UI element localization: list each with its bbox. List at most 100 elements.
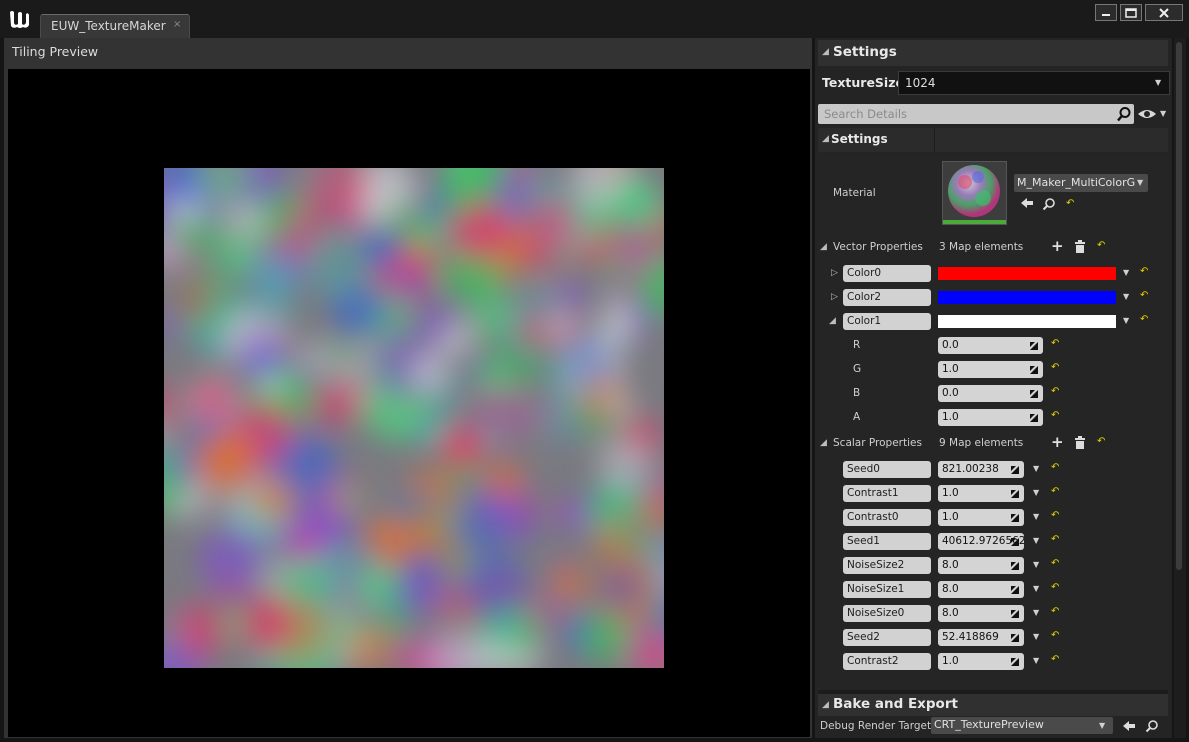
- drag-resize-icon[interactable]: [1029, 341, 1039, 351]
- chevron-down-icon[interactable]: ▼: [1033, 608, 1039, 617]
- drag-resize-icon[interactable]: [1010, 657, 1020, 667]
- material-asset-name: M_Maker_MultiColorGra: [1017, 176, 1135, 189]
- drag-resize-icon[interactable]: [1010, 513, 1020, 523]
- reset-to-default-icon[interactable]: ↶: [1051, 486, 1059, 497]
- tiling-preview-panel: Tiling Preview: [4, 38, 812, 738]
- channel-value-input[interactable]: 1.0: [938, 409, 1043, 426]
- chevron-down-icon[interactable]: ▼: [1033, 632, 1039, 641]
- chevron-down-icon[interactable]: ▼: [1033, 584, 1039, 593]
- reset-to-default-icon[interactable]: ↶: [1066, 198, 1074, 209]
- add-element-icon[interactable]: +: [1051, 237, 1064, 255]
- reset-to-default-icon[interactable]: ↶: [1051, 534, 1059, 545]
- reset-to-default-icon[interactable]: ↶: [1097, 436, 1105, 447]
- scalar-element-key[interactable]: NoiseSize1: [843, 581, 931, 598]
- texture-size-dropdown[interactable]: 1024 ▼: [898, 71, 1170, 95]
- reset-to-default-icon[interactable]: ↶: [1051, 338, 1059, 349]
- chevron-down-icon[interactable]: ▼: [1033, 488, 1039, 497]
- drag-resize-icon[interactable]: [1029, 413, 1039, 423]
- preview-viewport[interactable]: [8, 69, 810, 737]
- chevron-down-icon[interactable]: ▼: [1033, 464, 1039, 473]
- minimize-button[interactable]: [1095, 4, 1117, 21]
- add-element-icon[interactable]: +: [1051, 433, 1064, 451]
- texture-size-value: 1024: [905, 76, 936, 90]
- reset-to-default-icon[interactable]: ↶: [1097, 240, 1105, 251]
- chevron-down-icon[interactable]: ▼: [1033, 512, 1039, 521]
- search-details-input[interactable]: Search Details: [818, 104, 1134, 124]
- reset-to-default-icon[interactable]: ↶: [1140, 314, 1148, 325]
- vector-element-key[interactable]: Color2: [843, 289, 931, 306]
- reset-to-default-icon[interactable]: ↶: [1051, 582, 1059, 593]
- scalar-element-key[interactable]: Seed0: [843, 461, 931, 478]
- settings-section-header[interactable]: ◢ Settings: [818, 40, 1168, 66]
- trash-icon[interactable]: [1074, 240, 1086, 253]
- chevron-down-icon[interactable]: ▼: [1033, 656, 1039, 665]
- scalar-element-key[interactable]: NoiseSize2: [843, 557, 931, 574]
- chevron-down-icon[interactable]: ▼: [1123, 316, 1129, 325]
- tab-euw-texturemaker[interactable]: EUW_TextureMaker ×: [40, 14, 190, 38]
- reset-to-default-icon[interactable]: ↶: [1051, 606, 1059, 617]
- reset-to-default-icon[interactable]: ↶: [1051, 362, 1059, 373]
- column-divider: [934, 128, 935, 152]
- color-swatch[interactable]: [938, 291, 1116, 304]
- drag-resize-icon[interactable]: [1010, 537, 1020, 547]
- reset-to-default-icon[interactable]: ↶: [1051, 654, 1059, 665]
- expanded-triangle-icon[interactable]: ◢: [829, 316, 836, 326]
- settings-subsection-header[interactable]: ◢ Settings: [818, 128, 1168, 152]
- expand-triangle-icon[interactable]: ▷: [831, 292, 838, 302]
- channel-value-input[interactable]: 0.0: [938, 337, 1043, 354]
- drag-resize-icon[interactable]: [1010, 633, 1020, 643]
- reset-to-default-icon[interactable]: ↶: [1140, 290, 1148, 301]
- collapse-triangle-icon[interactable]: ◢: [820, 438, 827, 448]
- reset-to-default-icon[interactable]: ↶: [1051, 462, 1059, 473]
- reset-to-default-icon[interactable]: ↶: [1051, 386, 1059, 397]
- color-swatch[interactable]: [938, 315, 1116, 328]
- browse-search-icon[interactable]: [1042, 197, 1056, 211]
- visibility-filter-button[interactable]: ▼: [1136, 105, 1170, 123]
- collapse-triangle-icon[interactable]: ◢: [820, 242, 827, 252]
- vector-element-key[interactable]: Color0: [843, 265, 931, 282]
- drag-resize-icon[interactable]: [1010, 609, 1020, 619]
- close-window-button[interactable]: [1145, 4, 1183, 21]
- reset-to-default-icon[interactable]: ↶: [1140, 266, 1148, 277]
- collapse-triangle-icon: ◢: [822, 47, 829, 57]
- debug-render-target-dropdown[interactable]: CRT_TexturePreview ▼: [931, 717, 1113, 734]
- drag-resize-icon[interactable]: [1010, 465, 1020, 475]
- scalar-element-key[interactable]: Contrast0: [843, 509, 931, 526]
- bake-export-section-header[interactable]: ◢ Bake and Export: [818, 694, 1168, 716]
- scalar-element-key[interactable]: Contrast2: [843, 653, 931, 670]
- chevron-down-icon[interactable]: ▼: [1033, 560, 1039, 569]
- drag-resize-icon[interactable]: [1029, 365, 1039, 375]
- chevron-down-icon[interactable]: ▼: [1123, 292, 1129, 301]
- material-thumbnail[interactable]: [942, 161, 1007, 225]
- expand-triangle-icon[interactable]: ▷: [831, 268, 838, 278]
- scalar-element-key[interactable]: Seed2: [843, 629, 931, 646]
- reset-to-default-icon[interactable]: ↶: [1051, 630, 1059, 641]
- drag-resize-icon[interactable]: [1029, 389, 1039, 399]
- reset-to-default-icon[interactable]: ↶: [1051, 510, 1059, 521]
- material-asset-dropdown[interactable]: M_Maker_MultiColorGra ▼: [1014, 174, 1148, 192]
- collapse-triangle-icon: ◢: [822, 134, 829, 144]
- details-panel: ◢ Settings TextureSize 1024 ▼ Search Det…: [815, 38, 1172, 738]
- drag-resize-icon[interactable]: [1010, 489, 1020, 499]
- scalar-element-key[interactable]: Seed1: [843, 533, 931, 550]
- trash-icon[interactable]: [1074, 436, 1086, 449]
- reset-to-default-icon[interactable]: ↶: [1051, 410, 1059, 421]
- drag-resize-icon[interactable]: [1010, 585, 1020, 595]
- reset-to-default-icon[interactable]: ↶: [1051, 558, 1059, 569]
- chevron-down-icon[interactable]: ▼: [1033, 536, 1039, 545]
- scalar-element-key[interactable]: NoiseSize0: [843, 605, 931, 622]
- use-selected-arrow-icon[interactable]: [1020, 197, 1034, 209]
- drag-resize-icon[interactable]: [1010, 561, 1020, 571]
- maximize-button[interactable]: [1120, 4, 1142, 21]
- channel-value-input[interactable]: 0.0: [938, 385, 1043, 402]
- channel-value-input[interactable]: 1.0: [938, 361, 1043, 378]
- chevron-down-icon: ▼: [1155, 78, 1162, 87]
- chevron-down-icon[interactable]: ▼: [1123, 268, 1129, 277]
- color-swatch[interactable]: [938, 267, 1116, 280]
- vector-element-key[interactable]: Color1: [843, 313, 931, 330]
- use-selected-arrow-icon[interactable]: [1122, 720, 1136, 732]
- tab-close-icon[interactable]: ×: [173, 19, 181, 30]
- browse-search-icon[interactable]: [1145, 719, 1159, 733]
- details-scrollbar-thumb[interactable]: [1176, 42, 1182, 570]
- scalar-element-key[interactable]: Contrast1: [843, 485, 931, 502]
